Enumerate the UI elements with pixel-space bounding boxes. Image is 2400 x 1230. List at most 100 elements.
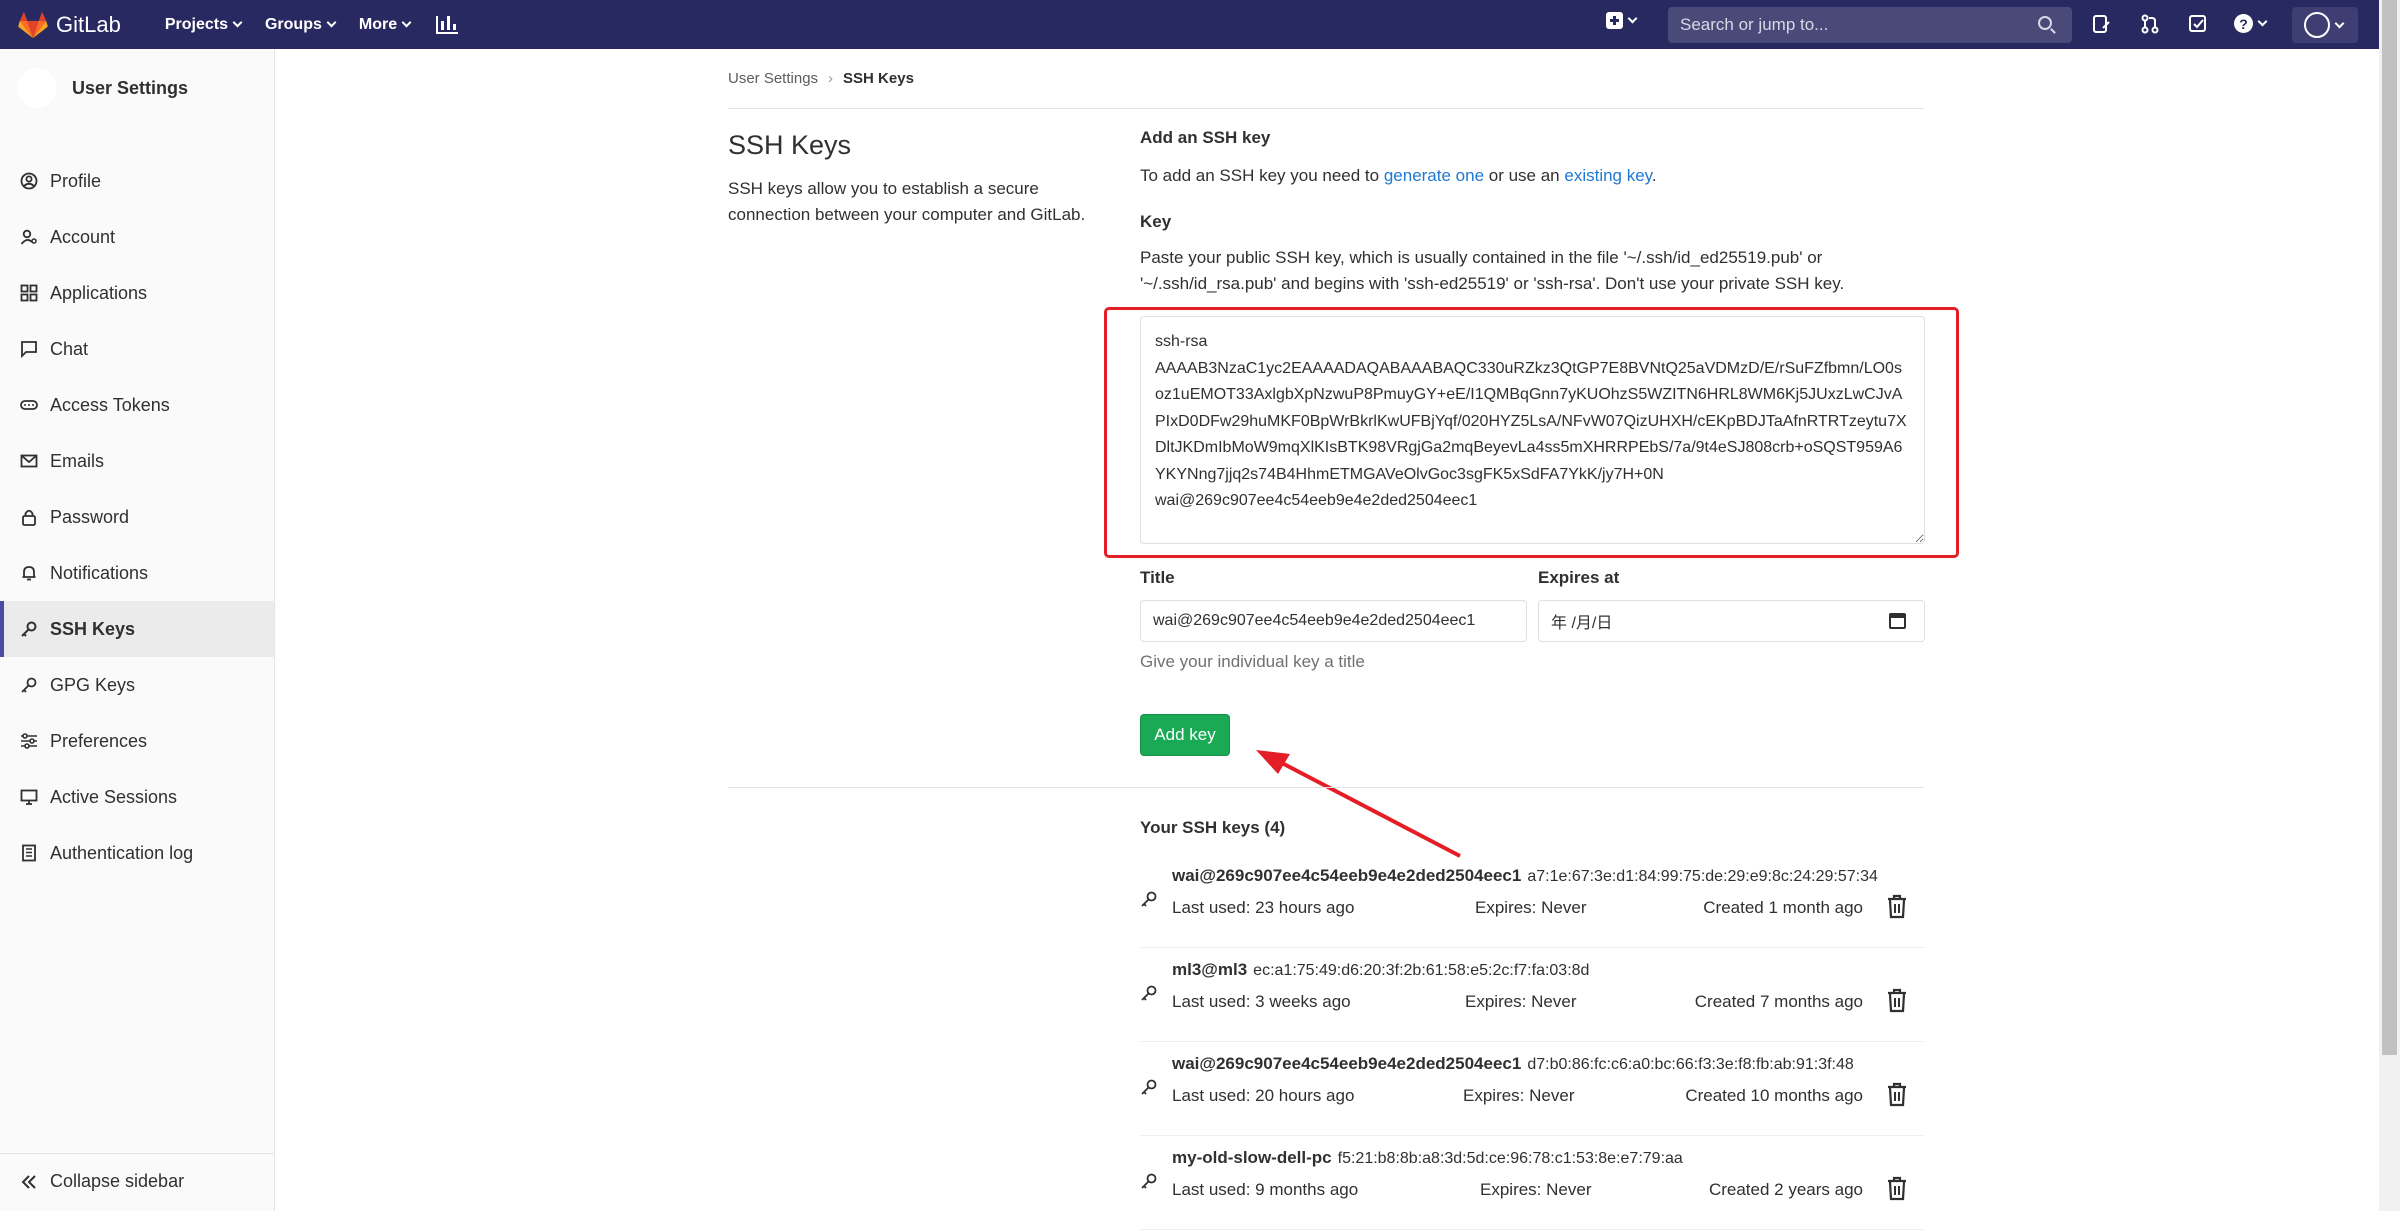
applications-icon — [20, 284, 38, 302]
key-last-used: Last used: 20 hours ago — [1172, 1086, 1355, 1105]
sidebar-item-emails[interactable]: Emails — [0, 433, 274, 489]
nav-groups-label: Groups — [264, 15, 322, 33]
sidebar-item-label: Emails — [50, 450, 105, 471]
scrollbar-thumb[interactable] — [2382, 0, 2397, 1055]
todo-icon[interactable] — [2188, 14, 2208, 34]
key-name: ml3@ml3 — [1172, 960, 1248, 979]
nav-groups[interactable]: Groups — [264, 15, 337, 34]
brand-name: GitLab — [56, 11, 121, 37]
nav-more[interactable]: More — [359, 16, 412, 34]
sidebar-item-ssh-keys[interactable]: SSH Keys — [0, 601, 274, 657]
ssh-key-title[interactable]: my-old-slow-dell-pc f5:21:b8:8b:a8:3d:5d:… — [1172, 1148, 1683, 1168]
sidebar-item-label: GPG Keys — [50, 674, 136, 695]
existing-key-link[interactable]: existing key — [1564, 166, 1652, 185]
key-icon — [20, 676, 38, 694]
breadcrumb-current[interactable]: SSH Keys — [843, 70, 914, 87]
new-dropdown-button[interactable] — [1606, 12, 1638, 29]
sidebar-item-label: Profile — [50, 170, 102, 191]
search-icon — [2038, 16, 2052, 30]
sidebar-item-active-sessions[interactable]: Active Sessions — [0, 769, 274, 825]
sidebar-item-access-tokens[interactable]: Access Tokens — [0, 377, 274, 433]
trash-icon[interactable] — [1885, 894, 1909, 920]
search-input[interactable] — [1668, 7, 2072, 43]
settings-sidebar: User Settings Profile Account Applicatio… — [0, 49, 275, 1211]
nav-projects-label: Projects — [164, 15, 228, 33]
sidebar-item-label: Password — [50, 506, 130, 527]
key-icon — [20, 620, 38, 638]
sidebar-item-account[interactable]: Account — [0, 209, 274, 265]
add-key-button[interactable]: Add key — [1140, 714, 1230, 756]
key-expires: Expires: Never — [1480, 1180, 1592, 1199]
key-name: my-old-slow-dell-pc — [1172, 1148, 1332, 1167]
nav-projects[interactable]: Projects — [164, 15, 243, 34]
your-ssh-keys-heading: Your SSH keys (4) — [1140, 818, 1286, 837]
chevron-right-icon: › — [828, 70, 834, 87]
key-fingerprint: d7:b0:86:fc:c6:a0:bc:66:f3:3e:f8:fb:ab:9… — [1527, 1056, 1854, 1073]
sidebar-item-authentication-log[interactable]: Authentication log — [0, 825, 274, 881]
account-icon — [20, 228, 38, 246]
chat-icon — [20, 340, 38, 358]
merge-request-icon[interactable] — [2140, 14, 2160, 34]
profile-icon — [20, 172, 38, 190]
key-last-used: Last used: 23 hours ago — [1172, 898, 1355, 917]
sidebar-item-password[interactable]: Password — [0, 489, 274, 545]
issues-icon[interactable] — [2091, 14, 2111, 34]
generate-one-link[interactable]: generate one — [1384, 166, 1484, 185]
breadcrumb-user-settings[interactable]: User Settings — [728, 70, 818, 87]
ssh-key-row[interactable]: wai@269c907ee4c54eeb9e4e2ded2504eec1 d7:b… — [1140, 1042, 1925, 1136]
lock-icon — [20, 508, 38, 526]
sidebar-item-profile[interactable]: Profile — [0, 153, 274, 209]
collapse-sidebar-label: Collapse sidebar — [50, 1171, 185, 1191]
expires-at-date-input[interactable]: 年 /月/日 — [1538, 600, 1925, 642]
trash-icon[interactable] — [1885, 988, 1909, 1014]
plus-icon — [1606, 12, 1623, 29]
expires-at-label: Expires at — [1538, 568, 1620, 587]
chevron-down-icon — [401, 17, 412, 28]
key-help-line-1: Paste your public SSH key, which is usua… — [1140, 248, 1823, 267]
key-fingerprint: a7:1e:67:3e:d1:84:99:75:de:29:e9:8c:24:2… — [1527, 868, 1878, 885]
calendar-icon[interactable] — [1889, 613, 1906, 629]
sidebar-item-applications[interactable]: Applications — [0, 265, 274, 321]
chevron-down-icon — [326, 17, 337, 28]
key-label: Key — [1140, 212, 1172, 231]
sidebar-item-label: Access Tokens — [50, 394, 170, 415]
collapse-sidebar-button[interactable]: Collapse sidebar — [0, 1153, 274, 1209]
chevron-down-icon — [2257, 16, 2268, 27]
trash-icon[interactable] — [1885, 1082, 1909, 1108]
sidebar-item-label: Applications — [50, 282, 148, 303]
sidebar-title: User Settings — [72, 77, 189, 98]
annotation-highlight-box — [1104, 307, 1959, 558]
sidebar-item-chat[interactable]: Chat — [0, 321, 274, 377]
title-input[interactable] — [1140, 600, 1527, 642]
sidebar-item-gpg-keys[interactable]: GPG Keys — [0, 657, 274, 713]
email-icon — [20, 452, 38, 470]
user-menu[interactable] — [2292, 7, 2358, 43]
sidebar-item-notifications[interactable]: Notifications — [0, 545, 274, 601]
gitlab-logo[interactable]: GitLab — [18, 11, 121, 39]
ssh-key-title[interactable]: wai@269c907ee4c54eeb9e4e2ded2504eec1 d7:b… — [1172, 1054, 1854, 1074]
double-chevron-left-icon — [20, 1173, 38, 1191]
sidebar-item-label: Active Sessions — [50, 786, 178, 807]
sidebar-item-label: Authentication log — [50, 842, 194, 863]
divider — [728, 787, 1924, 788]
chevron-down-icon — [232, 17, 243, 28]
key-created: Created 1 month ago — [1703, 898, 1863, 917]
intro-text: . — [1651, 166, 1657, 185]
activity-chart-icon[interactable] — [434, 15, 459, 34]
ssh-key-row[interactable]: my-old-slow-dell-pc f5:21:b8:8b:a8:3d:5d:… — [1140, 1136, 1925, 1230]
ssh-key-title[interactable]: ml3@ml3 ec:a1:75:49:d6:20:3f:2b:61:58:e5:… — [1172, 960, 1589, 980]
key-expires: Expires: Never — [1465, 992, 1577, 1011]
ssh-key-row[interactable]: wai@269c907ee4c54eeb9e4e2ded2504eec1 a7:1… — [1140, 854, 1925, 948]
sidebar-item-preferences[interactable]: Preferences — [0, 713, 274, 769]
help-dropdown[interactable]: ? — [2234, 14, 2268, 33]
ssh-key-title[interactable]: wai@269c907ee4c54eeb9e4e2ded2504eec1 a7:1… — [1172, 866, 1878, 886]
ssh-key-row[interactable]: ml3@ml3 ec:a1:75:49:d6:20:3f:2b:61:58:e5:… — [1140, 948, 1925, 1042]
sidebar-header[interactable]: User Settings — [0, 49, 274, 127]
add-ssh-key-intro: To add an SSH key you need to generate o… — [1140, 163, 1657, 189]
sidebar-item-label: Chat — [50, 338, 89, 359]
trash-icon[interactable] — [1885, 1176, 1909, 1202]
page-scrollbar[interactable] — [2379, 0, 2400, 1211]
chevron-down-icon — [1627, 13, 1638, 24]
key-icon — [1141, 891, 1157, 907]
key-expires: Expires: Never — [1463, 1086, 1575, 1105]
